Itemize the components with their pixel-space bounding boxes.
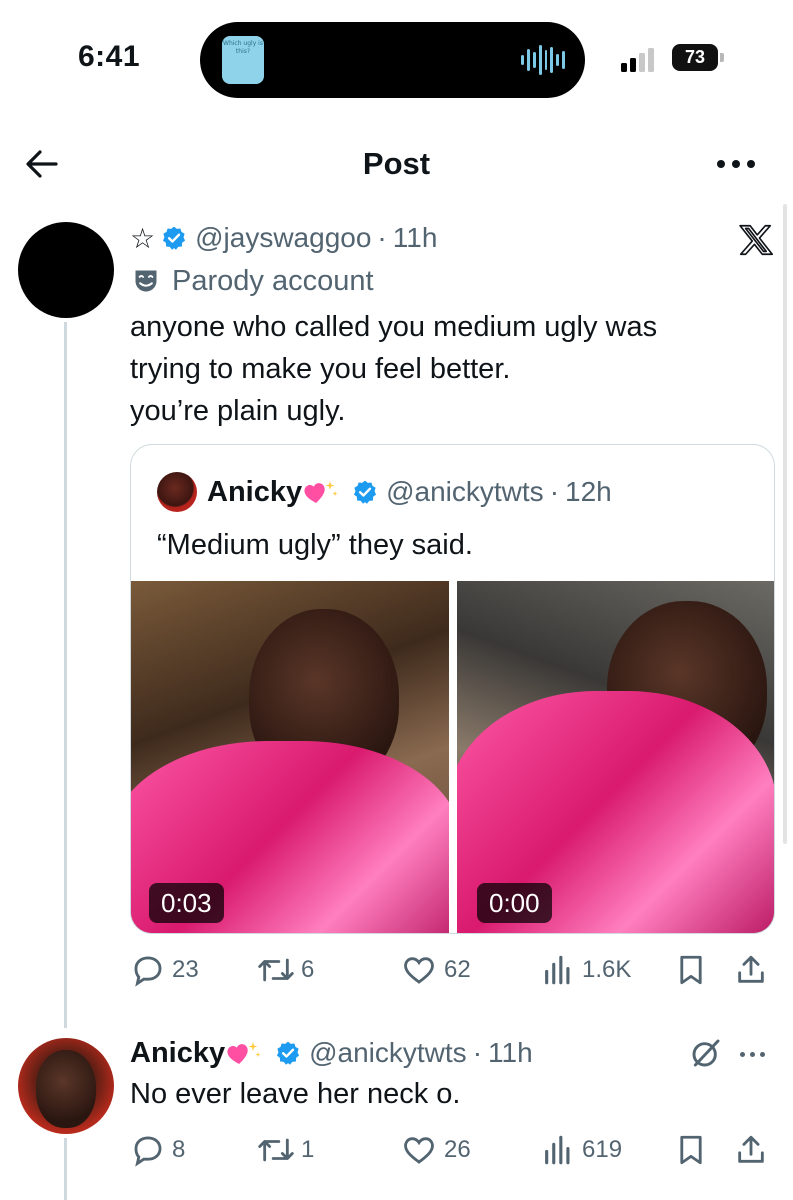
reply-author-avatar[interactable] (18, 1038, 114, 1134)
post-text-line: anyone who called you medium ugly was (130, 311, 658, 343)
reply-button[interactable]: 23 (130, 950, 199, 990)
repost-count: 1 (301, 1136, 315, 1163)
grok-icon[interactable] (690, 1036, 722, 1070)
quoted-post-card[interactable]: Anicky @anickytwts · 12h “Medium ugly” t… (130, 444, 775, 934)
video-duration: 0:00 (477, 883, 552, 923)
verified-badge-icon (163, 226, 186, 250)
bookmark-button[interactable] (674, 1130, 708, 1170)
video-thumbnail[interactable]: 0:00 (457, 581, 774, 933)
quoted-author-avatar (157, 472, 197, 512)
repost-icon (258, 1138, 294, 1162)
dot (740, 1051, 745, 1057)
views-chart-icon (545, 1135, 570, 1165)
reply-count: 8 (172, 1136, 186, 1163)
dynamic-island[interactable]: Which ugly is this? (200, 22, 585, 98)
bookmark-icon (680, 955, 702, 985)
parody-label-row: Parody account (132, 262, 374, 300)
separator-dot: · (377, 222, 387, 253)
reply-author-name[interactable]: Anicky (130, 1037, 225, 1070)
like-button[interactable]: 26 (400, 1130, 471, 1170)
post-text-line: trying to make you feel better. (130, 353, 511, 385)
reply-icon (134, 1136, 162, 1167)
island-thumb-text: Which ugly is this? (223, 40, 263, 55)
bookmark-button[interactable] (674, 950, 708, 990)
like-count: 26 (444, 1136, 471, 1163)
share-button[interactable] (734, 1130, 768, 1170)
reply-author-handle[interactable]: @anickytwts (309, 1037, 467, 1069)
quoted-author-name: Anicky (207, 475, 303, 508)
quoted-author-handle: @anickytwts (386, 476, 544, 507)
battery-tip (720, 53, 724, 62)
post-text-line: you’re plain ugly. (130, 395, 346, 427)
views-button[interactable]: 1.6K (540, 950, 631, 990)
quoted-post-time: 12h (565, 476, 612, 507)
video-thumbnail[interactable]: 0:03 (131, 581, 449, 933)
separator-dot: · (549, 476, 560, 507)
share-icon (738, 955, 764, 983)
verified-badge-icon (354, 480, 377, 504)
thread-connector-line (64, 322, 67, 1028)
repost-button[interactable]: 6 (257, 950, 314, 990)
post-action-bar: 23 6 62 1.6K (130, 950, 780, 990)
battery-indicator: 73 (672, 44, 718, 71)
dot (732, 160, 740, 168)
view-count: 1.6K (582, 956, 632, 983)
dot (760, 1051, 765, 1057)
reply-author-row: Anicky @anickytwts · 11h (130, 1032, 533, 1074)
post-author-row: ☆ @jayswaggoo · 11h (130, 218, 437, 258)
star-icon: ☆ (130, 222, 156, 254)
cellular-signal-icon (621, 46, 661, 72)
like-count: 62 (444, 956, 471, 983)
quoted-post-text: “Medium ugly” they said. (157, 529, 473, 561)
view-count: 619 (582, 1136, 623, 1163)
bookmark-icon (680, 1135, 702, 1165)
more-options-button[interactable] (713, 152, 759, 176)
sparkling-heart-emoji-icon (227, 1042, 261, 1064)
like-heart-icon (404, 1137, 434, 1164)
photo-subject (36, 1050, 96, 1128)
x-logo-icon (739, 224, 774, 256)
post-time[interactable]: 11h (393, 222, 438, 254)
page-title: Post (362, 146, 431, 181)
views-button[interactable]: 619 (540, 1130, 622, 1170)
views-chart-icon (545, 955, 570, 985)
status-time: 6:41 (78, 40, 141, 73)
share-icon (738, 1135, 764, 1163)
like-button[interactable]: 62 (400, 950, 471, 990)
separator-dot: · (472, 1037, 483, 1068)
sparkling-heart-emoji-icon (304, 481, 338, 503)
reply-count: 23 (172, 956, 199, 983)
status-bar: 6:41 Which ugly is this? 73 (0, 0, 793, 120)
reply-button[interactable]: 8 (130, 1130, 185, 1170)
dot (747, 160, 755, 168)
verified-badge-icon (277, 1041, 300, 1065)
repost-count: 6 (301, 956, 315, 983)
repost-button[interactable]: 1 (257, 1130, 314, 1170)
thread-connector-line (64, 1138, 67, 1200)
quoted-author-row: Anicky @anickytwts · 12h (157, 471, 612, 513)
reply-action-bar: 8 1 26 619 (130, 1130, 780, 1170)
scrollbar[interactable] (783, 204, 787, 844)
parody-account-label: Parody account (172, 264, 374, 297)
share-button[interactable] (734, 950, 768, 990)
reply-time[interactable]: 11h (488, 1037, 533, 1069)
now-playing-thumbnail: Which ugly is this? (222, 36, 264, 84)
audio-waveform-icon (521, 44, 565, 76)
repost-icon (258, 958, 294, 982)
theater-mask-icon (135, 270, 157, 292)
reply-body-text: No ever leave her neck o. (130, 1078, 461, 1110)
top-nav-bar: Post (0, 130, 793, 196)
author-avatar[interactable] (18, 222, 114, 318)
dot (750, 1051, 755, 1057)
like-heart-icon (404, 957, 434, 984)
reply-icon (134, 956, 162, 987)
reply-more-options-button[interactable] (740, 1048, 772, 1060)
video-duration: 0:03 (149, 883, 224, 923)
dot (717, 160, 725, 168)
author-handle[interactable]: @jayswaggoo (195, 222, 371, 254)
post-body-text: anyone who called you medium ugly was tr… (130, 306, 770, 432)
